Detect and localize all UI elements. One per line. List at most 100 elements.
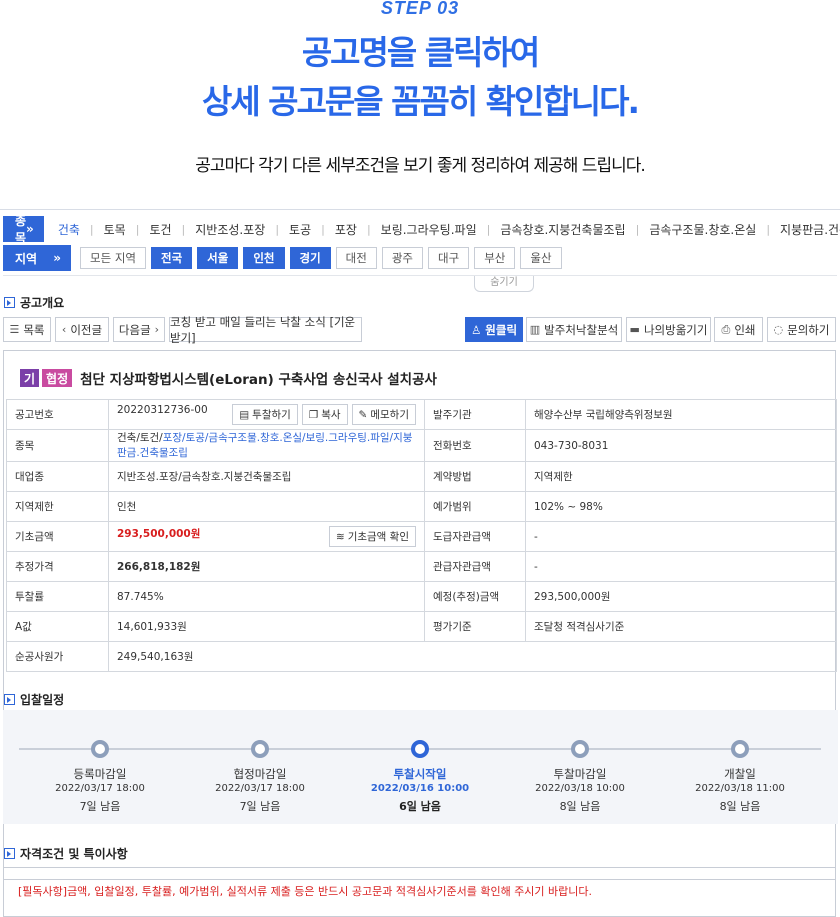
region-chip[interactable]: 모든 지역 [80, 247, 146, 269]
cell-label: 관급자관급액 [424, 551, 526, 582]
notice-actions: ▤ 투찰하기 ❐ 복사 ✎ 메모하기 [228, 404, 416, 425]
timeline-dot [731, 740, 749, 758]
notice-number: 20220312736-00 [117, 404, 208, 416]
region-filter-label[interactable]: 지역 » [3, 245, 71, 271]
timeline-dot [251, 740, 269, 758]
clipboard-icon: ▤ [239, 408, 250, 421]
category-separator: | [486, 222, 491, 236]
cell-label: A값 [6, 611, 109, 642]
print-button[interactable]: ⎙ 인쇄 [714, 317, 763, 342]
cell-value: 인천 [108, 491, 425, 522]
play-square-icon [4, 848, 15, 859]
notice-title-row: 기 협정 첨단 지상파항법시스템(eLoran) 구축사업 송신국사 설치공사 [20, 368, 437, 388]
region-label-text: 지역 [15, 251, 38, 266]
table-row: A값 14,601,933원 평가기준 조달청 적격심사기준 [6, 611, 837, 642]
section-header-qualification: 자격조건 및 특이사항 [4, 845, 128, 862]
oneclick-button[interactable]: ♙ 원클릭 [465, 317, 523, 342]
table-row: 기초금액 293,500,000원 ≋ 기초금액 확인 도급자관급액 - [6, 521, 837, 552]
region-chip[interactable]: 서울 [197, 247, 239, 269]
play-square-icon [4, 694, 15, 705]
cell-label: 종목 [6, 429, 109, 462]
oneclick-button-label: 원클릭 [485, 322, 518, 337]
cell-value: 266,818,182원 [108, 551, 425, 582]
chevron-left-icon: ‹ [61, 323, 67, 336]
category-filter-label[interactable]: 종목 » [3, 214, 44, 245]
timeline-days-left: 7일 남음 [79, 800, 121, 813]
timeline-step-date: 2022/03/18 11:00 [695, 783, 785, 794]
category-item[interactable]: 금속창호.지붕건축물조립 [500, 221, 625, 238]
region-chip[interactable]: 인천 [243, 247, 285, 269]
memo-button[interactable]: ✎ 메모하기 [351, 404, 416, 425]
section-title: 입찰일정 [20, 693, 65, 707]
timeline-days-left: 6일 남음 [399, 800, 441, 813]
cell-value: 해양수산부 국립해양측위정보원 [525, 399, 837, 430]
timeline-step-date: 2022/03/16 10:00 [370, 783, 470, 794]
category-item[interactable]: 토목 [104, 221, 126, 238]
region-chip[interactable]: 울산 [520, 247, 562, 269]
region-chip[interactable]: 대구 [428, 247, 470, 269]
table-row: 대업종 지반조성.포장/금속창호.지붕건축물조립 계약방법 지역제한 [6, 461, 837, 492]
agency-analysis-button[interactable]: ▥ 발주처낙찰분석 [526, 317, 622, 342]
region-chip[interactable]: 광주 [381, 247, 424, 269]
promo-banner-button[interactable]: 코칭 받고 매일 들리는 낙찰 소식 [기운받기] [169, 315, 362, 345]
timeline-days-left: 8일 남음 [559, 800, 601, 813]
inquiry-button-label: 문의하기 [787, 322, 830, 337]
bid-schedule-timeline: 등록마감일 2022/03/17 18:00 7일 남음 협정마감일 2022/03/1… [3, 710, 838, 824]
category-item[interactable]: 지반조성.포장 [195, 221, 265, 238]
table-row: 순공사원가 249,540,163원 [6, 641, 837, 672]
type-cell: 건축/토건/포장/토공/금속구조물.창호.온실/보링.그라우팅.파일/지붕판금.… [108, 429, 425, 462]
timeline-step-date: 2022/03/18 10:00 [535, 783, 625, 794]
region-chip[interactable]: 대전 [335, 247, 377, 269]
category-item[interactable]: 금속구조물.창호.온실 [649, 221, 756, 238]
prev-button[interactable]: ‹ 이전글 [55, 317, 109, 342]
base-amount-cell: 293,500,000원 ≋ 기초금액 확인 [108, 521, 425, 552]
bid-button-label: 투찰하기 [252, 409, 291, 421]
table-row: 추정가격 266,818,182원 관급자관급액 - [6, 551, 837, 582]
inquiry-button[interactable]: ◌ 문의하기 [767, 317, 836, 342]
timeline-step-date: 2022/03/17 18:00 [215, 783, 305, 794]
step-label: STEP 03 [380, 0, 460, 18]
type-plain: 건축/토건/ [117, 432, 163, 444]
category-item[interactable]: 지붕판금.건축물조 [780, 221, 840, 238]
list-button-label: 목록 [23, 322, 45, 337]
base-amount-check-button[interactable]: ≋ 기초금액 확인 [328, 526, 416, 547]
category-item[interactable]: 토건 [149, 221, 171, 238]
next-button[interactable]: 다음글 › [113, 317, 165, 342]
base-amount: 293,500,000원 [117, 528, 201, 540]
category-list: 건축 | 토목 | 토건 | 지반조성.포장 | 토공 | 포장 | 보링.그라우팅.파일 | 금속창호.지… [58, 221, 840, 238]
timeline-step-name: 협정마감일 [233, 767, 287, 781]
category-separator: | [135, 222, 140, 236]
region-chip[interactable]: 부산 [474, 247, 516, 269]
divider [3, 275, 837, 276]
save-to-my-room-button[interactable]: ▬ 나의방옮기기 [626, 317, 711, 342]
copy-button-label: 복사 [321, 409, 341, 421]
category-separator: | [766, 222, 771, 236]
play-square-icon [4, 297, 15, 308]
category-item[interactable]: 포장 [335, 221, 357, 238]
region-chip[interactable]: 경기 [289, 247, 331, 269]
edit-icon: ✎ [358, 408, 368, 421]
prev-button-label: 이전글 [70, 322, 103, 337]
qualification-panel: [필독사항]금액, 입찰일정, 투찰률, 예가범위, 실적서류 제출 등은 반드… [3, 867, 836, 917]
list-button[interactable]: ☰ 목록 [3, 317, 51, 342]
cell-value: 293,500,000원 [525, 581, 837, 612]
cell-value: 지반조성.포장/금속창호.지붕건축물조립 [108, 461, 425, 492]
category-separator: | [275, 222, 280, 236]
hide-filters-button[interactable]: 숨기기 [474, 276, 534, 292]
category-item[interactable]: 토공 [289, 221, 311, 238]
category-filter-bar: 종목 » 건축 | 토목 | 토건 | 지반조성.포장 | 토공 | 포장 | 보링.그라우팅.파일 | 금… [3, 214, 840, 245]
cell-value: - [525, 521, 837, 552]
copy-button[interactable]: ❐ 복사 [301, 404, 348, 425]
cell-label: 추정가격 [6, 551, 109, 582]
bid-button[interactable]: ▤ 투찰하기 [232, 404, 298, 425]
cell-label: 기초금액 [6, 521, 109, 552]
category-separator: | [366, 222, 371, 236]
category-item[interactable]: 보링.그라우팅.파일 [381, 221, 477, 238]
required-notice-text: [필독사항]금액, 입찰일정, 투찰률, 예가범위, 실적서류 제출 등은 반드… [18, 885, 593, 898]
cell-value: - [525, 551, 837, 582]
list-icon: ☰ [9, 323, 20, 336]
region-chip[interactable]: 전국 [150, 247, 193, 269]
timeline-step-name: 투찰시작일 [393, 767, 447, 781]
section-header-overview: 공고개요 [4, 294, 64, 311]
category-item[interactable]: 건축 [58, 221, 80, 238]
